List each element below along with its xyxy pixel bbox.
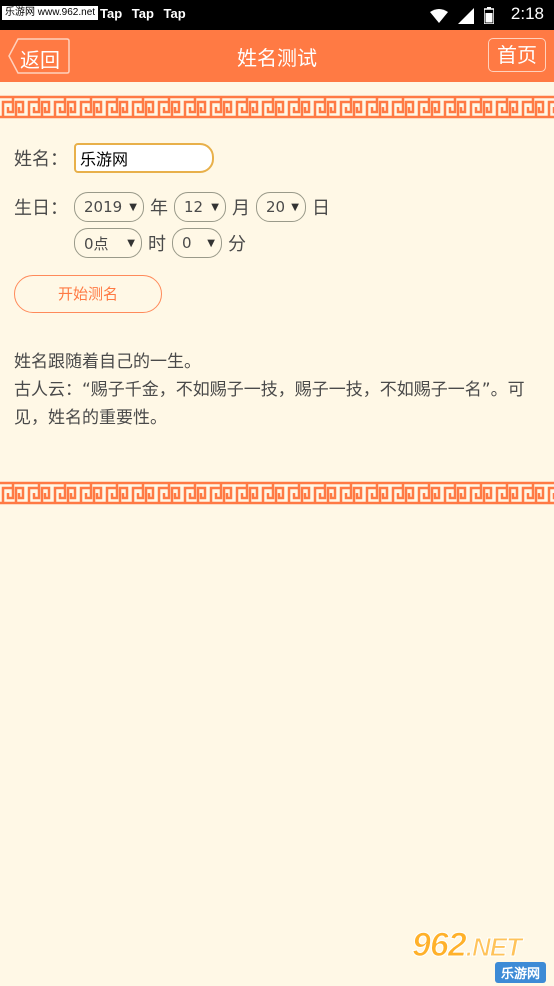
name-input[interactable] — [74, 143, 214, 173]
chevron-down-icon: ▼ — [291, 201, 299, 213]
logo-brand: 乐游网 — [494, 962, 546, 983]
name-label: 姓名： — [14, 149, 68, 170]
bottom-meander-border — [0, 480, 554, 506]
name-row: 姓名： — [14, 143, 214, 173]
birth-label: 生日： — [14, 198, 68, 219]
day-unit: 日 — [312, 198, 330, 219]
watermark-tag: 乐游网 www.962.net — [2, 6, 99, 20]
minute-select[interactable]: 0 ▼ — [172, 228, 222, 258]
hour-select[interactable]: 0点 ▼ — [74, 228, 142, 258]
day-value: 20 — [266, 198, 286, 216]
description-line-1: 姓名跟随着自己的一生。 — [14, 352, 201, 372]
page-title: 姓名测试 — [237, 46, 317, 70]
status-bar: 乐游网 www.962.net Tap Tap Tap 2:18 — [0, 0, 554, 30]
hour-unit: 时 — [148, 234, 166, 255]
system-icons — [430, 7, 494, 24]
year-value: 2019 — [84, 198, 123, 216]
year-select[interactable]: 2019 ▼ — [74, 192, 144, 222]
chevron-down-icon: ▼ — [127, 237, 135, 249]
minute-unit: 分 — [228, 234, 246, 255]
top-meander-border — [0, 94, 554, 120]
site-logo: 962.NET 乐游网 — [412, 926, 552, 983]
description-line-2: 古人云：“赐子千金，不如赐子一技，赐子一技，不如赐子一名”。可见，姓名的重要性。 — [14, 380, 525, 428]
logo-number: 962.NET — [412, 926, 523, 965]
month-unit: 月 — [232, 198, 250, 219]
year-unit: 年 — [150, 198, 168, 219]
minute-value: 0 — [182, 234, 192, 252]
chevron-down-icon: ▼ — [129, 201, 137, 213]
battery-icon — [484, 7, 494, 24]
day-select[interactable]: 20 ▼ — [256, 192, 306, 222]
birth-date-row: 生日： 2019 ▼ 年 12 ▼ 月 20 ▼ 日 — [14, 192, 336, 222]
chevron-down-icon: ▼ — [207, 237, 215, 249]
signal-icon — [458, 7, 474, 24]
month-select[interactable]: 12 ▼ — [174, 192, 226, 222]
month-value: 12 — [184, 198, 204, 216]
birth-time-row: 0点 ▼ 时 0 ▼ 分 — [74, 228, 252, 258]
hour-value: 0点 — [84, 234, 109, 253]
chevron-down-icon: ▼ — [211, 201, 219, 213]
start-test-button[interactable]: 开始测名 — [14, 275, 162, 313]
description: 姓名跟随着自己的一生。 古人云：“赐子千金，不如赐子一技，赐子一技，不如赐子一名… — [14, 348, 540, 432]
app-bar: 返回 姓名测试 首页 — [0, 30, 554, 82]
notification-icons: Tap Tap Tap — [100, 6, 186, 21]
home-button[interactable]: 首页 — [488, 38, 546, 72]
wifi-icon — [430, 8, 448, 23]
clock: 2:18 — [510, 4, 544, 23]
